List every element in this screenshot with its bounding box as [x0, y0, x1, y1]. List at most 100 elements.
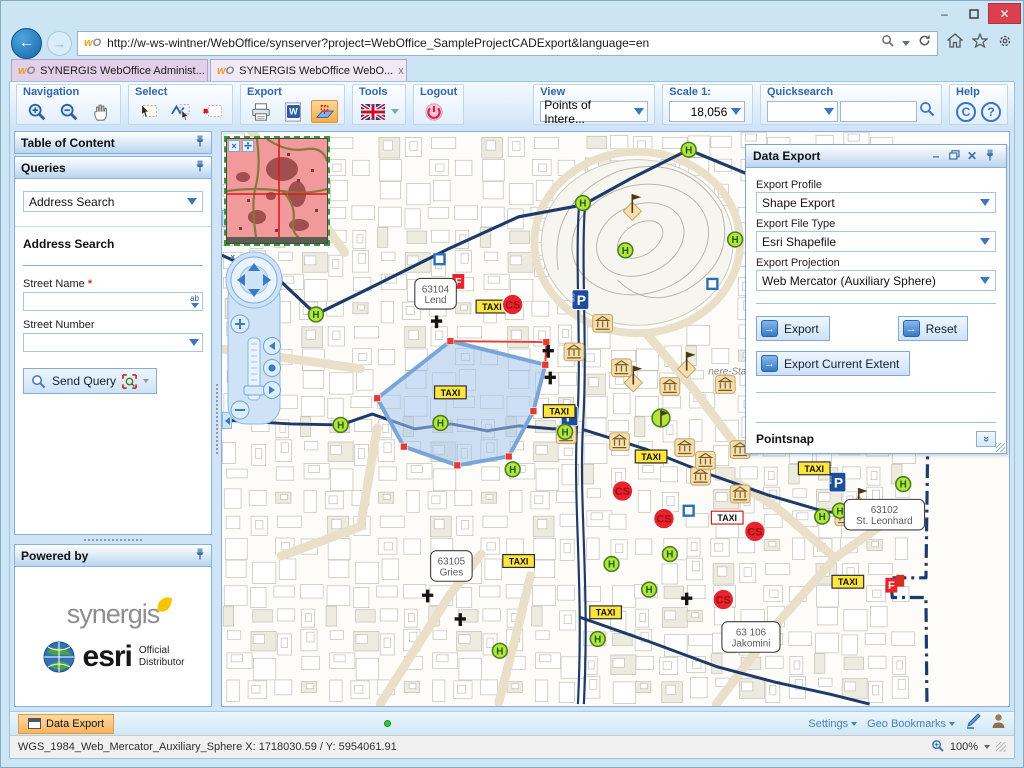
sidebar: Table of Content Queries Address Search …: [14, 131, 212, 707]
favorites-star-icon[interactable]: [972, 33, 988, 53]
quicksearch-select[interactable]: [767, 101, 838, 122]
flag-stop-icon: [652, 409, 670, 427]
svg-text:63104: 63104: [422, 284, 450, 295]
building-poi-icon: [715, 376, 735, 394]
data-export-task-button[interactable]: Data Export: [18, 714, 114, 734]
export-profile-select[interactable]: Shape Export: [756, 192, 996, 213]
pin-icon[interactable]: [195, 135, 205, 150]
panel-close-icon[interactable]: ✕: [963, 149, 981, 163]
geo-bookmarks-menu[interactable]: Geo Bookmarks: [867, 718, 955, 730]
panel-resize-grip[interactable]: [996, 443, 1005, 452]
reset-button[interactable]: →Reset: [898, 316, 968, 341]
tab-title: SYNERGIS WebOffice Administ...: [40, 65, 205, 77]
url-dropdown-icon[interactable]: [902, 41, 910, 46]
zoom-to-result-icon: [122, 374, 137, 389]
panel-restore-icon[interactable]: [945, 149, 963, 163]
selection-vertex-handle[interactable]: [400, 443, 407, 450]
sidebar-horizontal-splitter[interactable]: [14, 535, 212, 544]
language-flag-tool[interactable]: [359, 100, 386, 123]
selection-vertex-handle[interactable]: [454, 462, 461, 469]
select-rectangle-tool[interactable]: [135, 100, 162, 123]
zoom-out-tool[interactable]: [55, 100, 82, 123]
url-bar[interactable]: wO http://w-ws-wintner/WebOffice/synserv…: [77, 31, 938, 56]
queries-panel-header[interactable]: Queries: [14, 156, 212, 179]
user-profile-icon[interactable]: [991, 713, 1006, 734]
selection-vertex-handle[interactable]: [542, 361, 549, 368]
view-select[interactable]: Points of Intere...: [540, 101, 648, 122]
search-icon[interactable]: [881, 34, 894, 52]
powered-by-header[interactable]: Powered by: [14, 544, 212, 567]
selection-vertex-handle[interactable]: [505, 453, 512, 460]
selection-vertex-handle[interactable]: [447, 338, 454, 345]
send-query-dropdown-icon[interactable]: [143, 379, 149, 383]
logout-power-icon[interactable]: [420, 100, 447, 123]
url-text[interactable]: http://w-ws-wintner/WebOffice/synserver?…: [107, 36, 875, 50]
tab-weboffice-client[interactable]: wO SYNERGIS WebOffice WebO... x: [210, 59, 407, 81]
pin-icon[interactable]: [981, 149, 999, 164]
street-name-input[interactable]: ab: [23, 292, 203, 311]
home-icon[interactable]: [947, 33, 963, 53]
query-type-select[interactable]: Address Search: [23, 191, 203, 212]
panel-minimize-icon[interactable]: –: [927, 149, 945, 163]
taxi-stand-icon: TAXI: [435, 386, 467, 399]
svg-text:H: H: [622, 246, 629, 257]
copyright-button[interactable]: C: [956, 102, 976, 122]
svg-text:H: H: [732, 235, 739, 246]
help-button[interactable]: ?: [981, 102, 1001, 122]
page-zoom-value[interactable]: 100%: [950, 741, 978, 753]
send-query-button[interactable]: Send Query: [23, 368, 157, 394]
bus-stop-icon: H: [558, 424, 573, 439]
export-button[interactable]: →Export: [756, 316, 830, 341]
quicksearch-input[interactable]: [840, 101, 917, 122]
sidebar-map-splitter[interactable]: [212, 131, 221, 707]
map-navigation-widget[interactable]: ×: [224, 250, 290, 428]
navwidget-close-icon[interactable]: ×: [230, 252, 235, 262]
pin-icon[interactable]: [195, 160, 205, 175]
settings-menu[interactable]: Settings: [808, 718, 857, 730]
back-button[interactable]: ←: [11, 28, 42, 59]
minimize-button[interactable]: –: [930, 3, 959, 24]
overview-map[interactable]: × ✢: [226, 138, 328, 244]
redlining-pen-icon[interactable]: [965, 713, 981, 734]
taxi-stand-icon: TAXI: [635, 450, 667, 463]
data-export-header[interactable]: Data Export – ✕: [746, 145, 1006, 168]
chevron-down-icon: [824, 108, 834, 115]
zoom-in-tool[interactable]: [23, 100, 50, 123]
zoom-slider-handle[interactable]: [244, 386, 264, 395]
pointsnap-section[interactable]: Pointsnap »: [756, 422, 996, 447]
map-viewport[interactable]: PBUSPBUSPBUSHHHHHHHHHHHHHHHHHHTAXITAXITA…: [221, 131, 1010, 707]
overview-move-icon[interactable]: ✢: [242, 140, 254, 152]
close-button[interactable]: ✕: [988, 3, 1021, 24]
overview-close-icon[interactable]: ×: [228, 140, 240, 152]
chevron-down-icon: [980, 199, 990, 206]
refresh-icon[interactable]: [918, 34, 931, 52]
export-projection-select[interactable]: Web Mercator (Auxiliary Sphere): [756, 270, 996, 291]
toolbar-group-scale: Scale 1: 18,056: [662, 84, 753, 125]
selection-vertex-handle[interactable]: [530, 408, 537, 415]
export-filetype-select[interactable]: Esri Shapefile: [756, 231, 996, 252]
tools-dropdown-icon[interactable]: [391, 109, 399, 114]
expand-chevron-icon[interactable]: »: [976, 431, 996, 447]
export-current-extent-button[interactable]: →Export Current Extent: [756, 351, 910, 376]
pin-icon[interactable]: [195, 548, 205, 563]
tab-weboffice-admin[interactable]: wO SYNERGIS WebOffice Administ...: [11, 59, 208, 81]
street-number-input[interactable]: [23, 333, 203, 352]
print-tool[interactable]: [247, 100, 274, 123]
selection-vertex-handle[interactable]: [374, 395, 381, 402]
tab-close-icon[interactable]: x: [398, 65, 404, 77]
maximize-button[interactable]: [959, 3, 988, 24]
zoom-dropdown-icon[interactable]: [984, 745, 990, 749]
settings-gear-icon[interactable]: [997, 33, 1013, 54]
selection-vertex-handle[interactable]: [543, 339, 550, 346]
forward-button[interactable]: →: [47, 31, 72, 56]
toc-panel-header[interactable]: Table of Content: [14, 131, 212, 154]
resize-grip[interactable]: [996, 742, 1006, 752]
page-zoom-icon[interactable]: [931, 739, 944, 755]
select-line-tool[interactable]: [167, 100, 194, 123]
quicksearch-go-icon[interactable]: [919, 101, 935, 122]
cad-export-tool[interactable]: [311, 100, 338, 123]
scale-input[interactable]: 18,056: [669, 101, 745, 122]
word-export-tool[interactable]: W: [279, 100, 306, 123]
clear-selection-tool[interactable]: [199, 100, 226, 123]
pan-hand-tool[interactable]: [87, 100, 114, 123]
